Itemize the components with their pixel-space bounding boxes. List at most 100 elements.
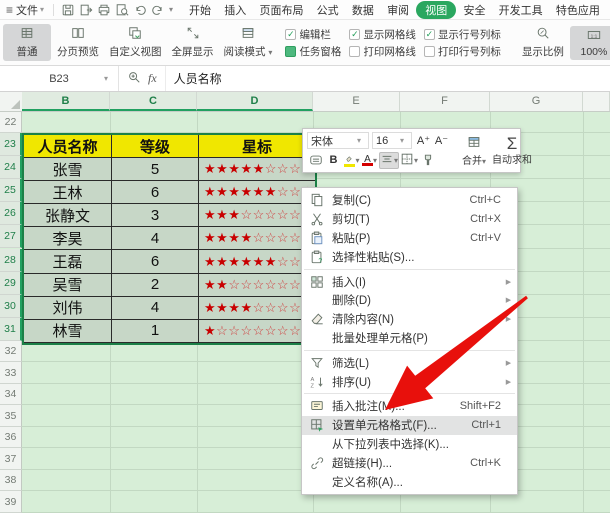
alignment-button[interactable]: ▾ — [379, 152, 399, 169]
row-header-31[interactable]: 31 — [0, 318, 22, 341]
column-header-G[interactable]: G — [490, 92, 583, 111]
select-all-corner[interactable] — [0, 92, 23, 111]
cell-stars[interactable]: ★★★★★☆☆☆☆☆ — [199, 158, 315, 181]
cell-name[interactable]: 李昊 — [24, 227, 112, 250]
bold-button[interactable]: B — [325, 152, 342, 169]
row-header-39[interactable]: 39 — [0, 491, 22, 513]
column-header-D[interactable]: D — [197, 92, 313, 111]
checkbox-编辑栏[interactable]: ✓编辑栏 — [285, 26, 341, 43]
checkbox-icon[interactable]: ✓ — [349, 29, 360, 40]
column-header-partial[interactable] — [583, 92, 610, 111]
checkbox-icon[interactable]: ✓ — [285, 29, 296, 40]
row-header-37[interactable]: 37 — [0, 448, 22, 470]
column-header-B[interactable]: B — [22, 92, 110, 111]
checkbox-打印行号列标[interactable]: 打印行号列标 — [424, 43, 501, 60]
table-header-cell[interactable]: 等级 — [112, 135, 199, 158]
print-preview-icon[interactable] — [113, 2, 131, 18]
cell-stars[interactable]: ★★★★★★☆☆☆☆ — [199, 181, 315, 204]
menu-item-paste[interactable]: 粘贴(P)Ctrl+V — [302, 229, 517, 248]
checkbox-icon[interactable] — [349, 46, 360, 57]
menu-item-sort[interactable]: AZ排序(U)▶ — [302, 372, 517, 391]
row-header-29[interactable]: 29 — [0, 272, 22, 295]
cell-stars[interactable]: ★★★☆☆☆☆☆☆☆ — [199, 204, 315, 227]
row-header-22[interactable]: 22 — [0, 112, 22, 133]
cell-stars[interactable]: ★★★★☆☆☆☆☆☆ — [199, 227, 315, 250]
tool-button-one-to-one[interactable]: 1:1100% — [570, 26, 610, 60]
undo-icon[interactable] — [131, 2, 149, 18]
file-menu-button[interactable]: 文件 — [16, 2, 38, 18]
row-header-36[interactable]: 36 — [0, 427, 22, 449]
row-header-24[interactable]: 24 — [0, 156, 22, 179]
checkbox-icon[interactable]: ✓ — [424, 29, 435, 40]
autosum-button[interactable]: Σ 自动求和 — [489, 129, 535, 172]
merge-center-button[interactable]: 合并▾ — [459, 129, 489, 172]
column-header-E[interactable]: E — [313, 92, 400, 111]
format-painter-icon[interactable] — [419, 152, 436, 169]
name-box[interactable]: B23 ▾ — [0, 66, 119, 91]
checkbox-打印网格线[interactable]: 打印网格线 — [349, 43, 416, 60]
cell-level[interactable]: 2 — [112, 274, 199, 297]
cell-level[interactable]: 4 — [112, 297, 199, 320]
cell-stars[interactable]: ★★★★☆☆☆☆☆☆ — [199, 297, 315, 320]
view-button-custom-view[interactable]: 自定义视图 — [105, 24, 166, 61]
view-button-fullscreen[interactable]: 全屏显示 — [168, 24, 218, 61]
cell-name[interactable]: 林雪 — [24, 320, 112, 343]
menu-item-cut[interactable]: 剪切(T)Ctrl+X — [302, 210, 517, 229]
cell-styles-icon[interactable] — [307, 152, 324, 169]
output-icon[interactable] — [77, 2, 95, 18]
checkbox-任务窗格[interactable]: 任务窗格 — [285, 43, 341, 60]
grow-font-button[interactable]: A⁺ — [415, 132, 432, 149]
name-box-caret-icon[interactable]: ▾ — [104, 74, 108, 83]
menubar-tab[interactable]: 开发工具 — [493, 1, 549, 19]
fill-color-button[interactable]: ▾ — [343, 152, 360, 169]
formula-input[interactable]: 人员名称 — [165, 66, 610, 91]
checkbox-显示行号列标[interactable]: ✓显示行号列标 — [424, 26, 501, 43]
cell-level[interactable]: 3 — [112, 204, 199, 227]
toolbar-more-icon[interactable]: ▾ — [169, 5, 173, 14]
menubar-tab-active[interactable]: 视图 — [416, 1, 456, 19]
row-header-27[interactable]: 27 — [0, 225, 22, 248]
menubar-tab[interactable]: 开始 — [183, 1, 217, 19]
checkbox-显示网格线[interactable]: ✓显示网格线 — [349, 26, 416, 43]
cell-name[interactable]: 张静文 — [24, 204, 112, 227]
column-header-F[interactable]: F — [400, 92, 490, 111]
menubar-tab[interactable]: 特色应用 — [550, 1, 606, 19]
font-size-combo[interactable]: 16 ▾ — [372, 132, 412, 149]
view-button-reading-mode[interactable]: 阅读模式 ▾ — [220, 24, 277, 61]
view-button-page-preview[interactable]: 分页预览 — [53, 24, 103, 61]
cell-level[interactable]: 1 — [112, 320, 199, 343]
insert-function-icon[interactable] — [127, 70, 141, 87]
cell-stars[interactable]: ★☆☆☆☆☆☆☆☆☆ — [199, 320, 315, 343]
font-name-combo[interactable]: 宋体 ▾ — [307, 132, 369, 149]
shrink-font-button[interactable]: A⁻ — [433, 132, 450, 149]
checkbox-icon[interactable] — [424, 46, 435, 57]
menu-item-eraser[interactable]: 清除内容(N)▶ — [302, 310, 517, 329]
menu-item-comment[interactable]: 插入批注(M)...Shift+F2 — [302, 397, 517, 416]
cell-level[interactable]: 4 — [112, 227, 199, 250]
cell-name[interactable]: 王磊 — [24, 250, 112, 273]
cell-name[interactable]: 刘伟 — [24, 297, 112, 320]
borders-button[interactable]: ▾ — [400, 152, 418, 169]
menu-item-idx15[interactable]: 从下拉列表中选择(K)... — [302, 435, 517, 454]
view-button-normal-view[interactable]: 普通 — [3, 24, 51, 61]
cell-level[interactable]: 6 — [112, 181, 199, 204]
redo-icon[interactable] — [149, 2, 167, 18]
hamburger-icon[interactable]: ≡ — [6, 3, 13, 17]
menu-item-idx8[interactable]: 批量处理单元格(P) — [302, 329, 517, 348]
row-header-38[interactable]: 38 — [0, 470, 22, 492]
row-header-26[interactable]: 26 — [0, 202, 22, 225]
row-header-23[interactable]: 23 — [0, 133, 22, 156]
save-icon[interactable] — [59, 2, 77, 18]
cell-name[interactable]: 吴雪 — [24, 274, 112, 297]
cell-level[interactable]: 5 — [112, 158, 199, 181]
row-header-34[interactable]: 34 — [0, 384, 22, 406]
table-header-cell[interactable]: 星标 — [199, 135, 315, 158]
menu-item-idx6[interactable]: 删除(D)▶ — [302, 291, 517, 310]
menubar-tab[interactable]: 插入 — [218, 1, 252, 19]
font-color-button[interactable]: A▾ — [361, 152, 378, 169]
row-header-32[interactable]: 32 — [0, 341, 22, 363]
menu-item-insert-cells[interactable]: 插入(I)▶ — [302, 272, 517, 291]
checkbox-icon[interactable] — [285, 46, 296, 57]
row-header-28[interactable]: 28 — [0, 249, 22, 272]
cell-level[interactable]: 6 — [112, 250, 199, 273]
